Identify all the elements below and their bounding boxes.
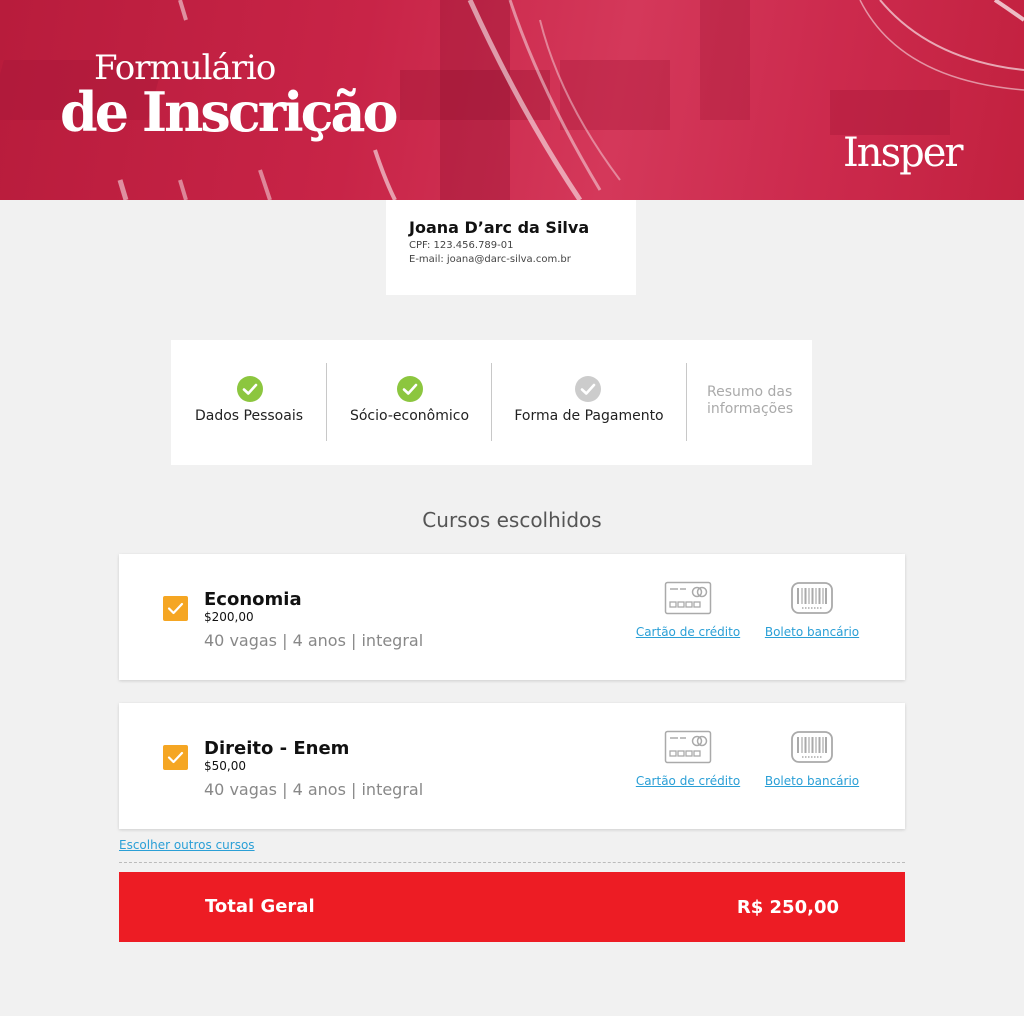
course-checkbox[interactable] <box>163 745 188 770</box>
insper-logo: Insper <box>843 130 963 176</box>
total-value: R$ 250,00 <box>736 897 839 918</box>
profile-card: Joana D’arc da Silva CPF: 123.456.789-01… <box>386 200 636 295</box>
course-price: $200,00 <box>204 610 254 624</box>
check-circle-icon <box>237 376 263 402</box>
credit-card-icon <box>664 730 712 764</box>
payment-option-boleto[interactable]: Boleto bancário <box>763 729 861 788</box>
pay-card-link[interactable]: Cartão de crédito <box>635 625 741 639</box>
check-circle-icon <box>397 376 423 402</box>
step-dados-pessoais[interactable]: Dados Pessoais <box>171 340 327 465</box>
progress-stepper: Dados Pessoais Sócio-econômico Forma de … <box>171 340 812 465</box>
course-details: 40 vagas | 4 anos | integral <box>204 780 424 799</box>
pay-boleto-link[interactable]: Boleto bancário <box>763 625 861 639</box>
header-banner: Formulário de Inscrição Insper <box>0 0 1024 200</box>
profile-email: E-mail: joana@darc-silva.com.br <box>409 254 571 265</box>
step-forma-pagamento[interactable]: Forma de Pagamento <box>492 340 686 465</box>
total-label: Total Geral <box>205 896 315 917</box>
banner-title-line2: de Inscrição <box>60 80 399 144</box>
pay-boleto-link[interactable]: Boleto bancário <box>763 774 861 788</box>
barcode-icon <box>791 582 833 614</box>
course-name: Economia <box>204 589 302 610</box>
course-details: 40 vagas | 4 anos | integral <box>204 631 424 650</box>
step-resumo[interactable]: Resumo das informações <box>707 384 793 418</box>
courses-section-title: Cursos escolhidos <box>422 508 602 532</box>
step-label: Dados Pessoais <box>194 408 304 424</box>
step-label-line2: informações <box>707 401 794 417</box>
step-socio-economico[interactable]: Sócio-econômico <box>327 340 492 465</box>
choose-other-courses-link[interactable]: Escolher outros cursos <box>119 838 255 852</box>
course-name: Direito - Enem <box>204 738 350 759</box>
payment-option-boleto[interactable]: Boleto bancário <box>763 580 861 639</box>
step-divider <box>686 363 687 441</box>
step-label: Sócio-econômico <box>349 408 470 424</box>
course-card: Direito - Enem $50,00 40 vagas | 4 anos … <box>119 703 905 829</box>
total-bar: Total Geral R$ 250,00 <box>119 872 905 942</box>
payment-option-card[interactable]: Cartão de crédito <box>635 580 741 639</box>
pay-card-link[interactable]: Cartão de crédito <box>635 774 741 788</box>
step-label-line1: Resumo das <box>707 384 793 400</box>
profile-name: Joana D’arc da Silva <box>409 218 590 237</box>
dashed-divider <box>119 862 905 863</box>
check-circle-icon <box>575 376 601 402</box>
course-price: $50,00 <box>204 759 246 773</box>
step-label: Forma de Pagamento <box>514 408 664 424</box>
profile-cpf: CPF: 123.456.789-01 <box>409 240 514 251</box>
course-card: Economia $200,00 40 vagas | 4 anos | int… <box>119 554 905 680</box>
course-checkbox[interactable] <box>163 596 188 621</box>
credit-card-icon <box>664 581 712 615</box>
barcode-icon <box>791 731 833 763</box>
payment-option-card[interactable]: Cartão de crédito <box>635 729 741 788</box>
